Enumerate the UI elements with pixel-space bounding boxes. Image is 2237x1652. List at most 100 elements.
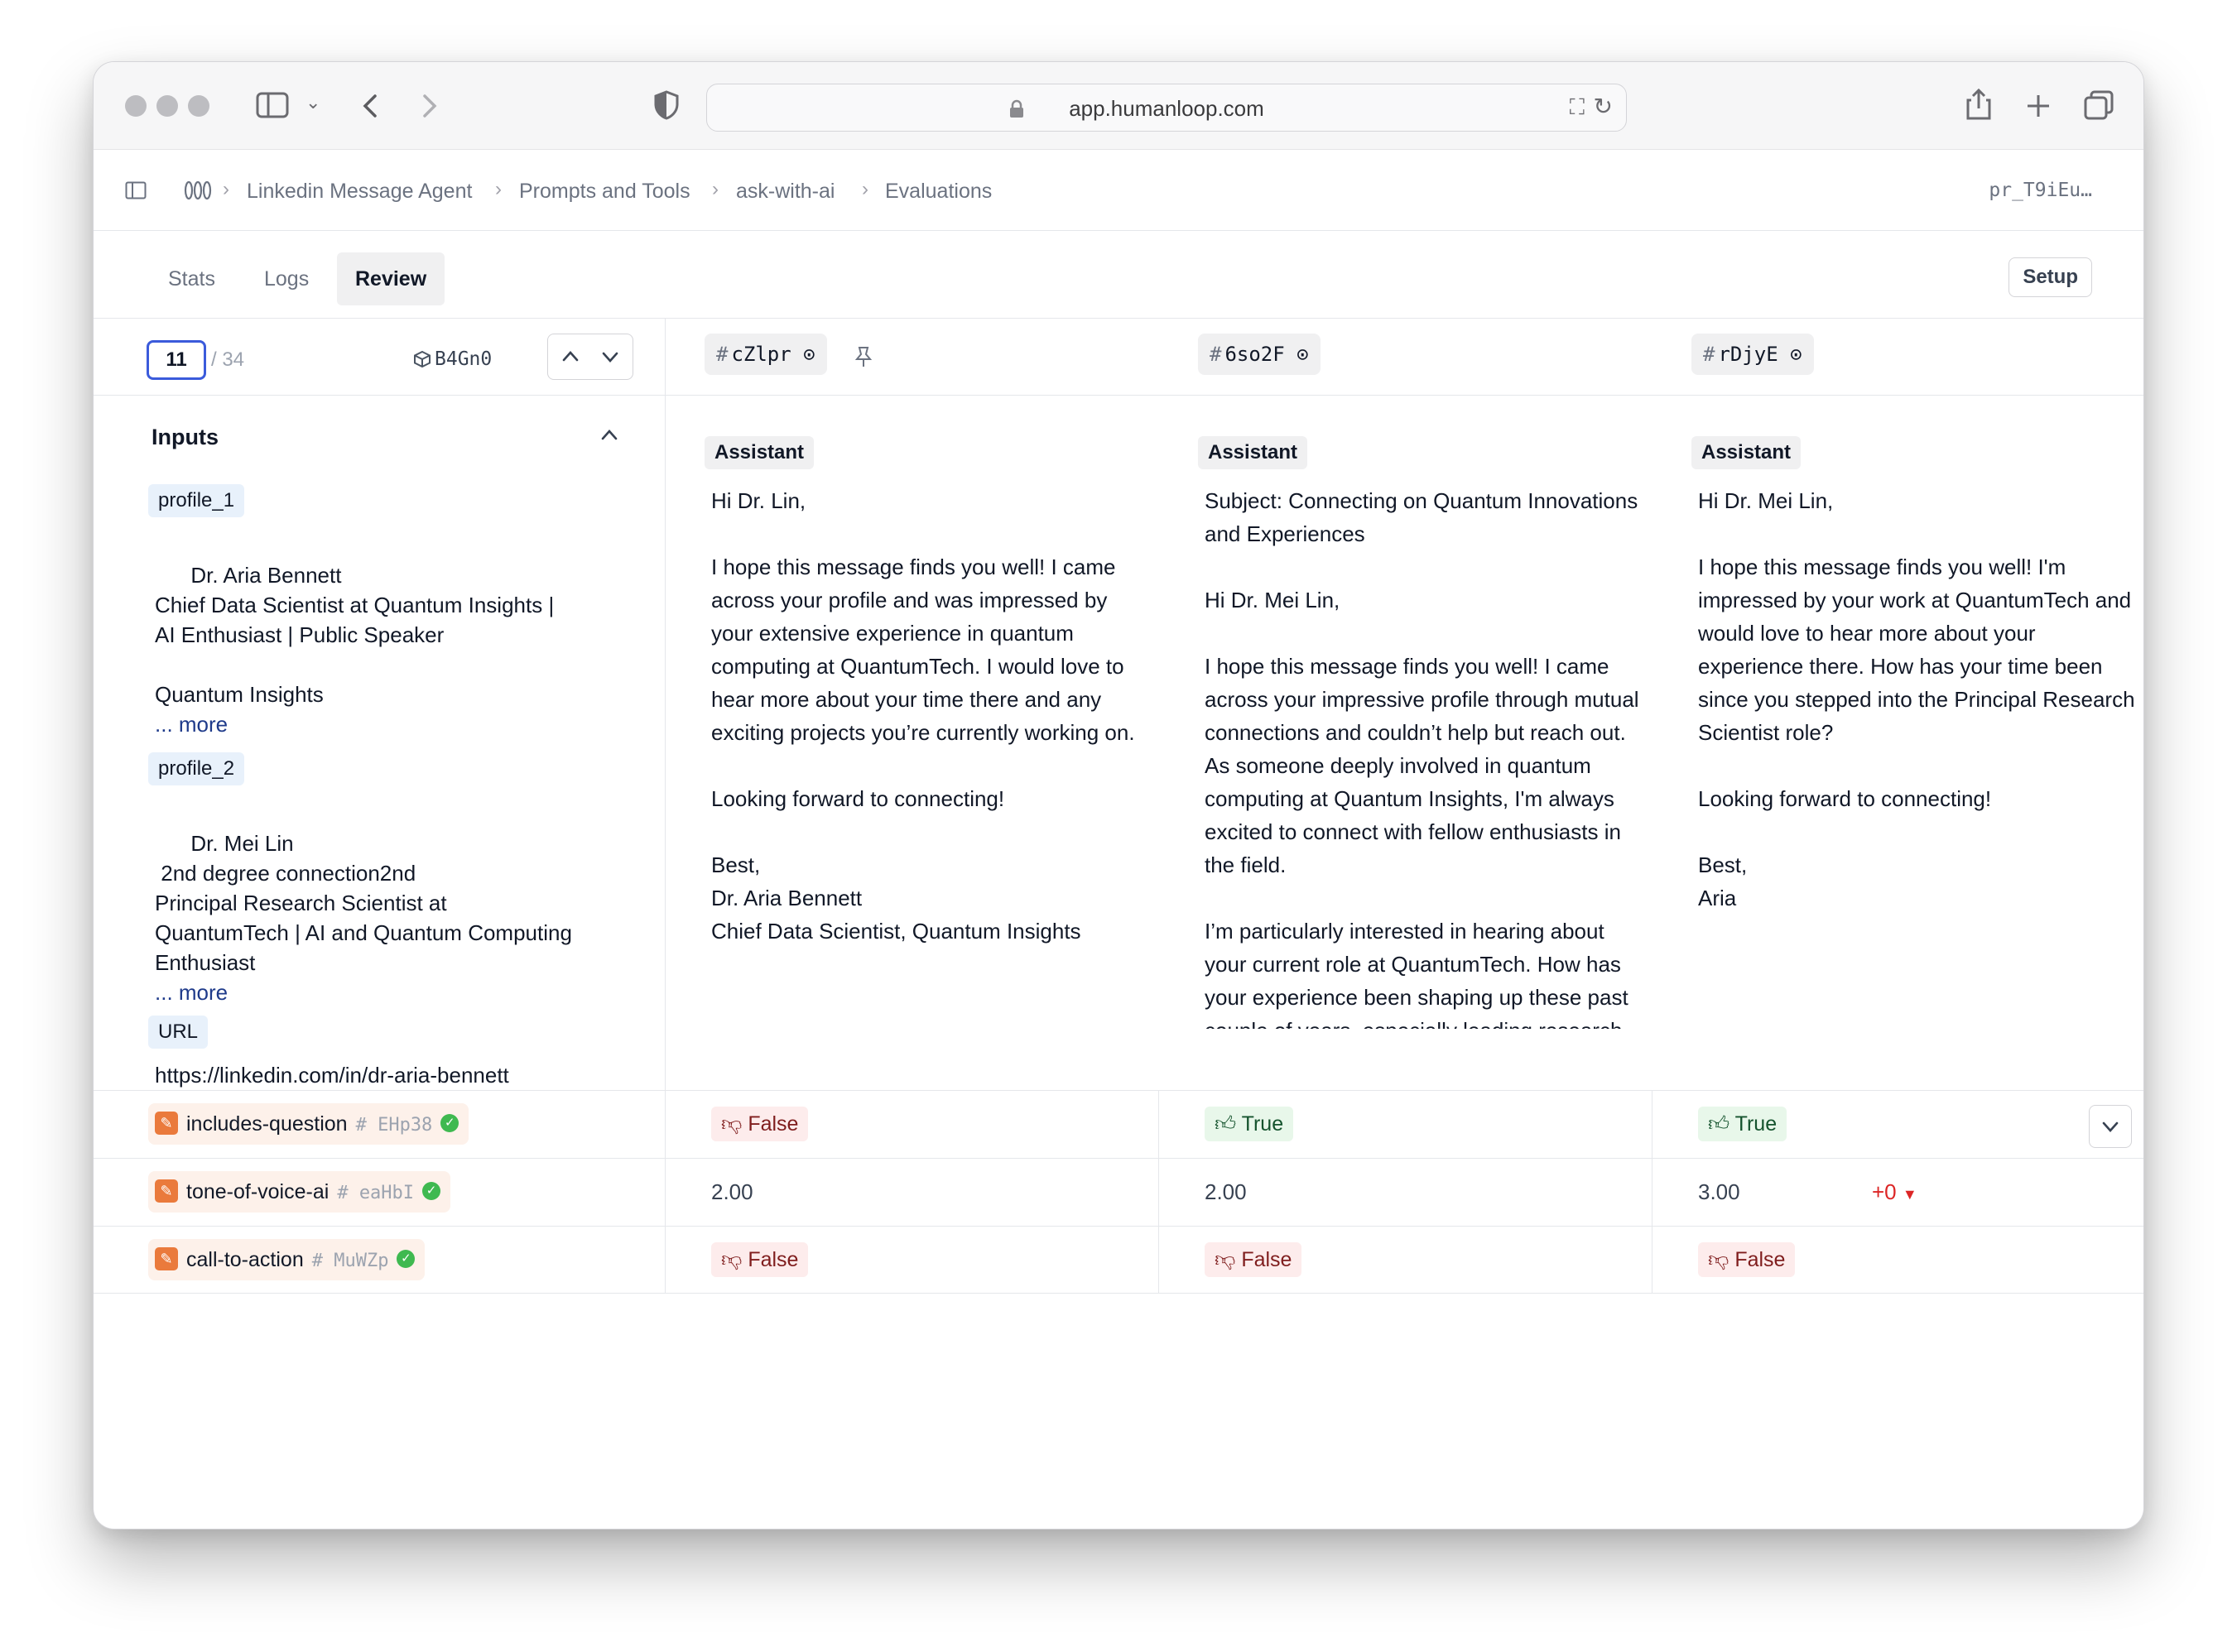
datapoint-total: / 34	[211, 348, 245, 371]
check-circle-icon: ✓	[397, 1250, 416, 1269]
log-id: rDjyE	[1718, 343, 1778, 366]
breadcrumb-separator: ›	[712, 178, 719, 200]
breadcrumb: › Linkedin Message Agent › Prompts and T…	[94, 150, 2143, 231]
judgment-badge[interactable]: 👎︎ False	[1698, 1242, 1796, 1277]
role-tag: Assistant	[1198, 436, 1308, 469]
caret-down-icon: ▼	[1902, 1186, 1917, 1203]
expand-evaluators-button[interactable]	[2089, 1105, 2132, 1148]
minimize-window-button[interactable]	[156, 95, 178, 117]
forward-icon[interactable]	[420, 94, 440, 118]
judgment-badge[interactable]: 👎︎ False	[711, 1107, 809, 1141]
setup-button[interactable]: Setup	[2008, 257, 2092, 297]
log-message: Hi Dr. Lin, I hope this message finds yo…	[711, 488, 1135, 944]
input-value-profile-1: Dr. Aria Bennett Chief Data Scientist at…	[155, 531, 618, 769]
messages-divider	[94, 1090, 2143, 1091]
evaluator-icon: ✎	[155, 1112, 178, 1136]
evaluator-name: tone-of-voice-ai	[186, 1180, 330, 1203]
role-tag: Assistant	[1691, 436, 1802, 469]
close-window-button[interactable]	[125, 95, 147, 117]
breadcrumb-separator: ›	[862, 178, 868, 200]
tab-overview-icon[interactable]	[2084, 90, 2114, 120]
score-delta: +0 ▼	[1872, 1179, 1917, 1204]
chevron-down-icon[interactable]: ⌄	[305, 94, 320, 112]
log-id-chip[interactable]: # cZlpr ⊙	[705, 334, 827, 375]
judgment-badge[interactable]: 👎︎ False	[1205, 1242, 1302, 1277]
hash-icon: #	[1703, 343, 1715, 366]
back-icon[interactable]	[360, 94, 380, 118]
judgment-badge[interactable]: 👍︎ True	[1205, 1107, 1294, 1141]
eval-row-divider	[94, 1226, 2143, 1227]
thumbs-up-icon: 👍︎	[1708, 1112, 1735, 1136]
address-bar[interactable]: app.humanloop.com ⛶ ↻	[706, 84, 1627, 132]
evaluator-chip[interactable]: ✎ call-to-action # MuWZp ✓	[148, 1239, 426, 1280]
check-circle-icon: ✓	[440, 1114, 459, 1133]
input-label-profile-2: profile_2	[148, 752, 245, 785]
judgment-badge[interactable]: 👎︎ False	[711, 1242, 809, 1277]
datapoint-index-input[interactable]: 11	[147, 340, 206, 380]
log-message: Subject: Connecting on Quantum Innovatio…	[1205, 488, 1639, 1029]
evaluator-chip[interactable]: ✎ tone-of-voice-ai # eaHbI ✓	[148, 1171, 451, 1213]
tab-stats[interactable]: Stats	[150, 252, 233, 305]
score-value[interactable]: 2.00	[1205, 1179, 1247, 1205]
evaluator-icon: ✎	[155, 1247, 178, 1271]
check-circle-icon: ⊙	[803, 343, 815, 366]
breadcrumb-item-prompt[interactable]: ask-with-ai	[736, 180, 835, 204]
evaluator-id: # eaHbI	[337, 1183, 415, 1203]
hash-icon: #	[716, 343, 729, 366]
log-id-chip[interactable]: #6so2F ⊙	[1198, 334, 1321, 375]
translate-icon[interactable]: ⛶	[1570, 94, 1585, 121]
browser-window: ⌄ app.humanloop.com ⛶ ↻ › Linkedin Messa…	[93, 61, 2144, 1530]
input-value-profile-2: Dr. Mei Lin 2nd degree connection2nd Pri…	[155, 799, 618, 1037]
log-message: Hi Dr. Mei Lin, I hope this message find…	[1698, 488, 2135, 910]
check-circle-icon: ⊙	[1790, 343, 1802, 366]
evaluator-chip[interactable]: ✎ includes-question # EHp38 ✓	[148, 1103, 469, 1145]
url-text: app.humanloop.com	[1069, 96, 1264, 121]
tabs-bar: Stats Logs Review Setup	[94, 231, 2143, 319]
evaluator-id: # EHp38	[355, 1115, 433, 1136]
column-divider	[1158, 1090, 1159, 1293]
breadcrumb-item-evaluations[interactable]: Evaluations	[885, 180, 992, 204]
pin-icon[interactable]	[854, 345, 873, 368]
sidebar-toggle-icon[interactable]	[256, 92, 289, 118]
zoom-window-button[interactable]	[188, 95, 209, 117]
breadcrumb-item-project[interactable]: Linkedin Message Agent	[247, 180, 472, 204]
input-label-url: URL	[148, 1016, 209, 1049]
chevron-down-icon	[2102, 1121, 2119, 1132]
log-id-chip[interactable]: # rDjyE ⊙	[1691, 334, 1814, 375]
thumbs-down-icon: 👎︎	[721, 1248, 748, 1271]
share-icon[interactable]	[1965, 87, 1993, 122]
score-value[interactable]: 3.00	[1698, 1179, 1740, 1205]
tab-logs[interactable]: Logs	[246, 252, 327, 305]
thumbs-down-icon: 👎︎	[721, 1112, 748, 1136]
role-tag: Assistant	[705, 436, 815, 469]
thumbs-down-icon: 👎︎	[1708, 1248, 1735, 1271]
humanloop-logo-icon[interactable]	[183, 180, 213, 201]
chevron-up-icon[interactable]	[561, 349, 580, 363]
chevron-down-icon[interactable]	[601, 351, 619, 364]
thumbs-down-icon: 👎︎	[1215, 1248, 1242, 1271]
breadcrumb-item-folder[interactable]: Prompts and Tools	[519, 180, 690, 204]
tab-review[interactable]: Review	[337, 252, 445, 305]
sidebar-panel-icon[interactable]	[125, 181, 147, 199]
score-value[interactable]: 2.00	[711, 1179, 753, 1205]
hash-icon: #	[1210, 343, 1222, 366]
breadcrumb-separator: ›	[495, 178, 502, 200]
new-tab-icon[interactable]	[2026, 94, 2051, 118]
datapoint-id[interactable]: B4Gn0	[435, 348, 492, 370]
review-grid: 11 / 34 B4Gn0 Inputs profile_1 Dr. Aria …	[94, 319, 2143, 1529]
shield-icon[interactable]	[653, 90, 680, 120]
chevron-up-icon[interactable]	[600, 428, 618, 441]
prompt-id[interactable]: pr_T9iEu…	[1989, 180, 2092, 201]
judgment-badge[interactable]: 👍︎ True	[1698, 1107, 1787, 1141]
eval-row-divider	[94, 1158, 2143, 1159]
profile-1-more-link[interactable]: ... more	[155, 712, 228, 737]
browser-titlebar: ⌄ app.humanloop.com ⛶ ↻	[94, 62, 2143, 150]
datapoint-stepper	[547, 334, 633, 380]
profile-1-text: Dr. Aria Bennett Chief Data Scientist at…	[155, 563, 555, 707]
profile-2-text: Dr. Mei Lin 2nd degree connection2nd Pri…	[155, 831, 572, 975]
profile-2-more-link[interactable]: ... more	[155, 980, 228, 1005]
reload-icon[interactable]: ↻	[1594, 93, 1613, 120]
thumbs-up-icon: 👍︎	[1215, 1112, 1242, 1136]
evaluator-icon: ✎	[155, 1179, 178, 1203]
input-label-profile-1: profile_1	[148, 484, 245, 517]
